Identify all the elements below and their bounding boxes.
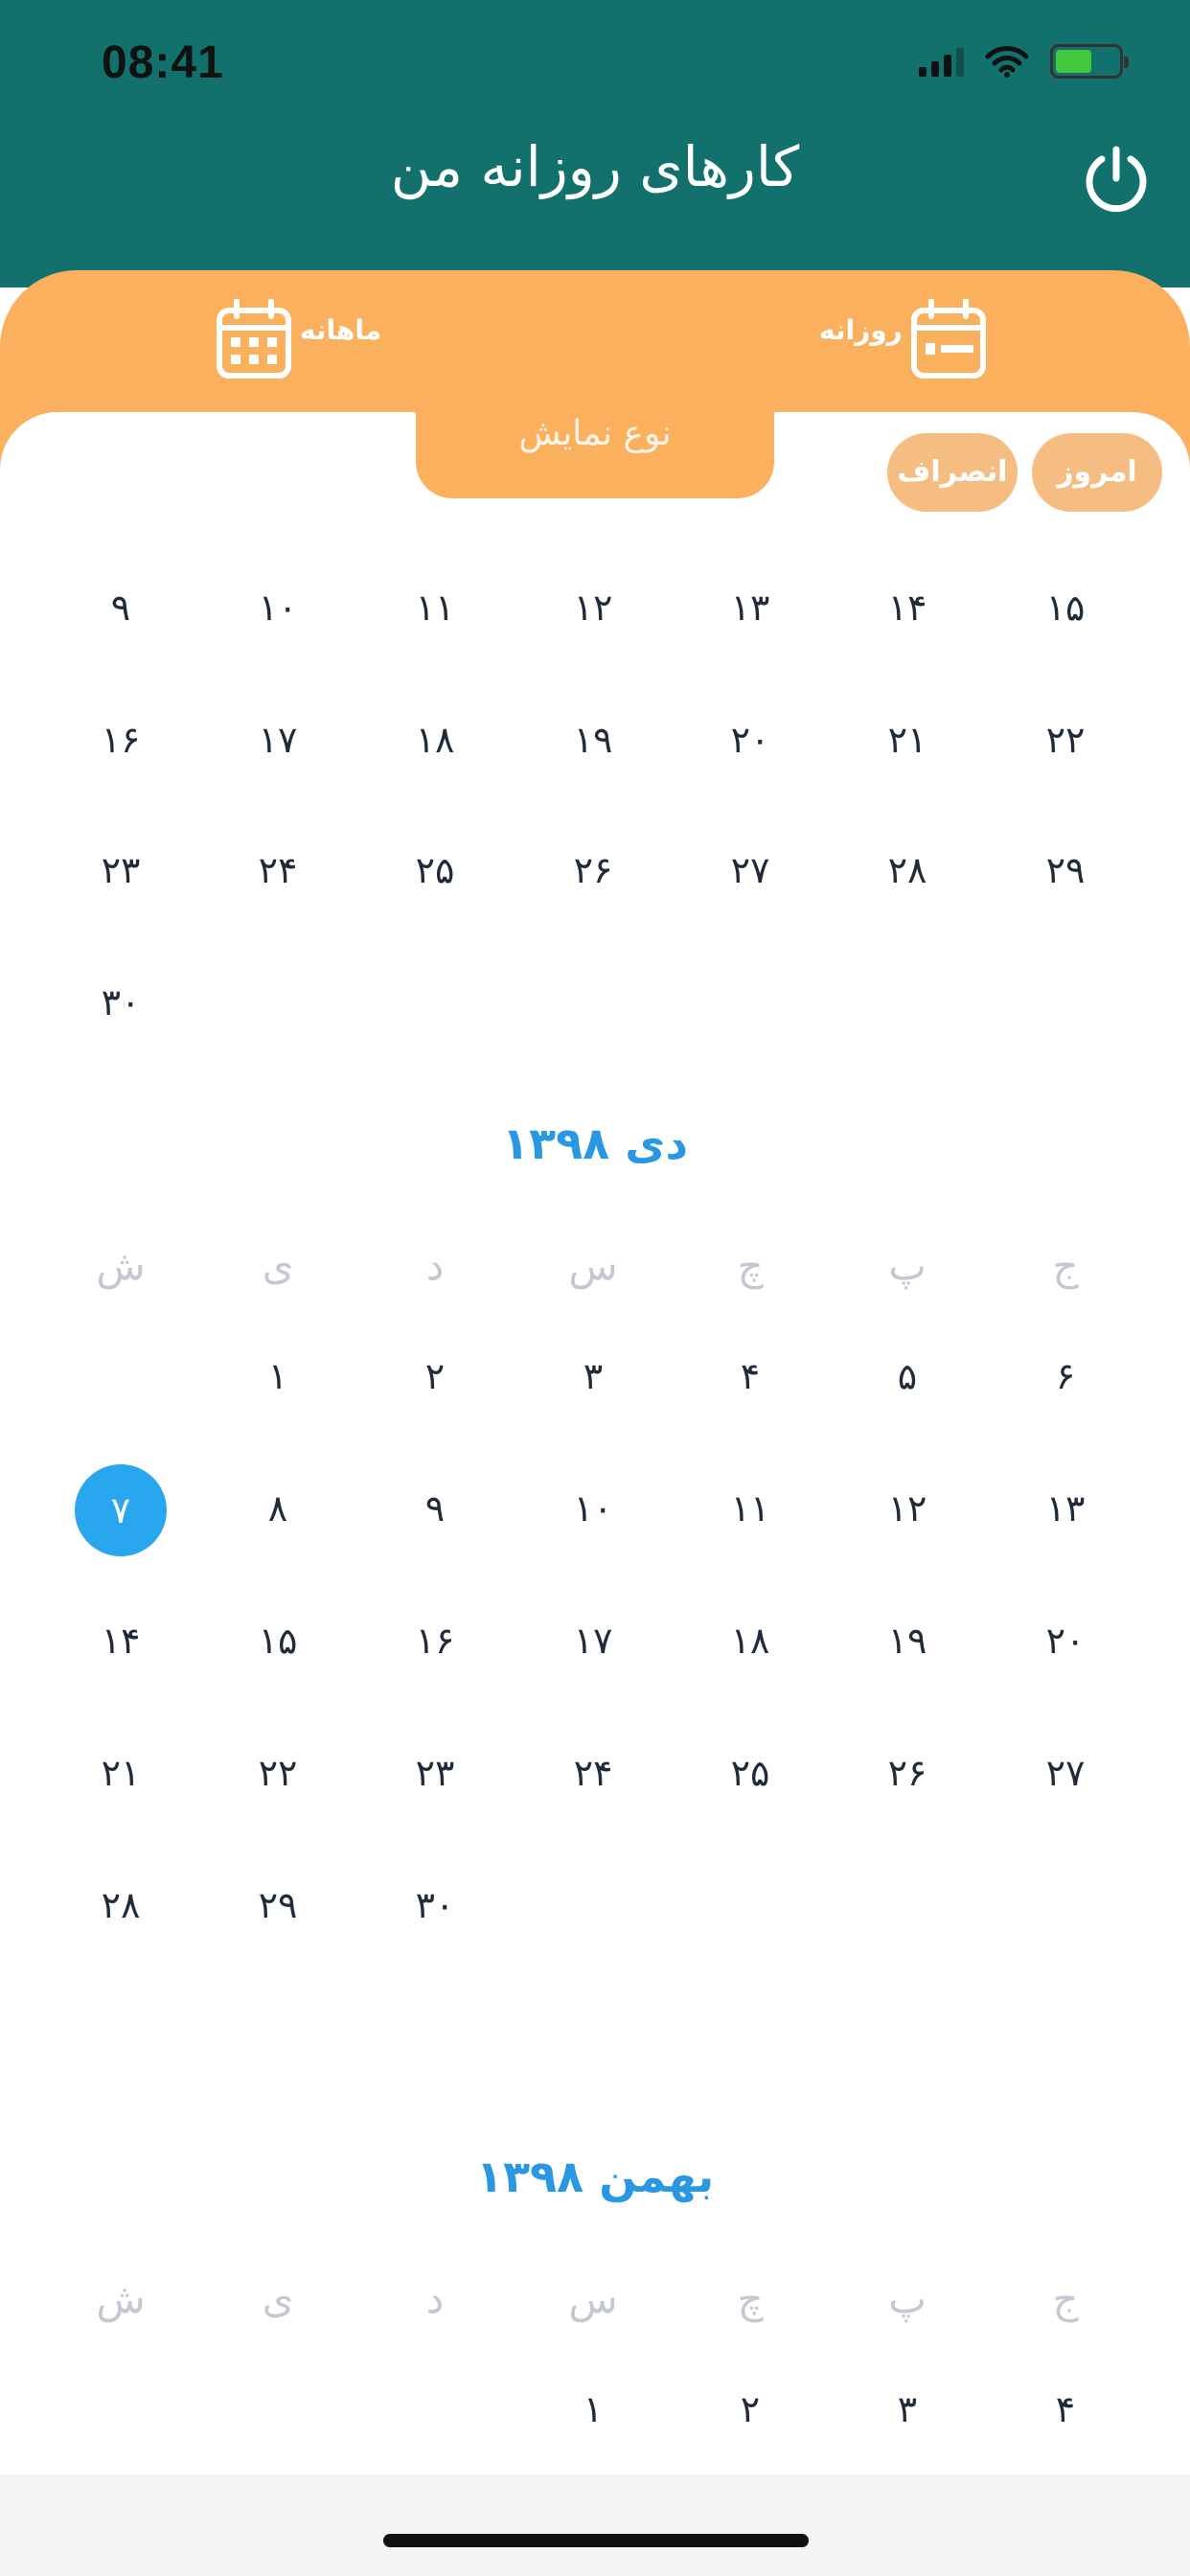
day-cell[interactable]: ۱۷ [232, 694, 324, 786]
status-icons [919, 44, 1129, 79]
weekday-label: س [568, 2275, 618, 2322]
day-cell[interactable]: ۱۶ [389, 1595, 481, 1687]
day-cell[interactable]: ۳ [861, 2363, 953, 2455]
day-cell[interactable]: ۱ [232, 1330, 324, 1422]
monthly-view-button[interactable]: ماهانه [216, 299, 381, 380]
day-cell[interactable]: ۲۷ [1019, 1727, 1111, 1819]
power-icon[interactable] [1081, 144, 1152, 215]
day-cell[interactable]: ۱۳ [704, 562, 796, 654]
day-cell[interactable]: ۱۹ [547, 694, 639, 786]
day-cell[interactable]: ۱۵ [232, 1595, 324, 1687]
day-cell[interactable]: ۲۶ [547, 824, 639, 916]
day-cell[interactable]: ۲۴ [232, 824, 324, 916]
weekday-label: ش [96, 1242, 146, 1289]
day-cell[interactable]: ۲۱ [75, 1727, 167, 1819]
daily-view-button[interactable]: روزانه [819, 299, 987, 380]
day-cell[interactable]: ۲۰ [704, 694, 796, 786]
day-cell[interactable]: ۳ [547, 1330, 639, 1422]
day-cell[interactable]: ۲۳ [75, 824, 167, 916]
day-cell[interactable]: ۳۰ [389, 1859, 481, 1951]
weekday-label: ش [96, 2275, 146, 2322]
day-cell[interactable]: ۱۶ [75, 694, 167, 786]
day-cell[interactable]: ۲۱ [861, 694, 953, 786]
weekday-label: د [425, 2275, 445, 2322]
calendar-day-icon [910, 299, 986, 379]
day-cell[interactable]: ۲۳ [389, 1727, 481, 1819]
app-header: 08:41 کارهای روزانه من [0, 0, 1190, 288]
weekday-label: ی [262, 1242, 294, 1289]
day-cell[interactable]: ۲۹ [232, 1859, 324, 1951]
day-cell[interactable]: ۳۰ [75, 956, 167, 1048]
cancel-button[interactable]: انصراف [887, 433, 1018, 512]
day-cell[interactable]: ۱۹ [861, 1595, 953, 1687]
day-cell[interactable]: ۱۴ [75, 1595, 167, 1687]
bottom-bar [0, 2474, 1190, 2576]
day-cell[interactable]: ۱۴ [861, 562, 953, 654]
day-cell[interactable]: ۲۴ [547, 1727, 639, 1819]
day-cell[interactable]: ۲۲ [232, 1727, 324, 1819]
day-cell[interactable]: ۱۷ [547, 1595, 639, 1687]
day-cell[interactable]: ۱۱ [704, 1462, 796, 1554]
day-cell[interactable]: ۶ [1019, 1330, 1111, 1422]
day-cell[interactable]: ۴ [1019, 2363, 1111, 2455]
month-title: دی ۱۳۹۸ [501, 1117, 689, 1169]
day-cell[interactable]: ۱۰ [232, 562, 324, 654]
page-title: کارهای روزانه من [390, 134, 800, 199]
weekday-label: د [425, 1242, 445, 1289]
weekday-label: پ [888, 1242, 927, 1289]
day-cell[interactable]: ۸ [232, 1462, 324, 1554]
home-indicator[interactable] [383, 2534, 809, 2547]
day-cell[interactable]: ۱۱ [389, 562, 481, 654]
status-time: 08:41 [102, 37, 224, 88]
day-cell[interactable]: ۲۵ [704, 1727, 796, 1819]
day-cell[interactable]: ۵ [861, 1330, 953, 1422]
weekday-label: چ [737, 1242, 764, 1289]
day-cell[interactable]: ۹ [389, 1462, 481, 1554]
selected-day-cell[interactable]: ۷ [75, 1464, 167, 1556]
daily-label: روزانه [819, 313, 903, 346]
today-button[interactable]: امروز [1032, 433, 1162, 512]
month-title: بهمن ۱۳۹۸ [475, 2150, 715, 2202]
day-cell[interactable]: ۹ [75, 562, 167, 654]
day-cell[interactable]: ۱۵ [1019, 562, 1111, 654]
day-cell[interactable]: ۲۰ [1019, 1595, 1111, 1687]
day-cell[interactable]: ۲۸ [861, 824, 953, 916]
weekday-label: پ [888, 2275, 927, 2322]
weekday-label: ج [1052, 2275, 1079, 2322]
day-cell[interactable]: ۴ [704, 1330, 796, 1422]
cellular-signal-icon [919, 46, 964, 77]
view-type-tab[interactable]: نوع نمایش [416, 412, 774, 498]
day-cell[interactable]: ۱۸ [704, 1595, 796, 1687]
day-cell[interactable]: ۲۶ [861, 1727, 953, 1819]
day-cell[interactable]: ۲۷ [704, 824, 796, 916]
wifi-icon [985, 46, 1029, 78]
day-cell[interactable]: ۲۲ [1019, 694, 1111, 786]
day-cell[interactable]: ۲۹ [1019, 824, 1111, 916]
day-cell[interactable]: ۱۲ [547, 562, 639, 654]
battery-icon [1050, 44, 1129, 79]
weekday-label: ی [262, 2275, 294, 2322]
day-cell[interactable]: ۱۳ [1019, 1462, 1111, 1554]
day-cell[interactable]: ۲ [704, 2363, 796, 2455]
day-cell[interactable]: ۱۲ [861, 1462, 953, 1554]
monthly-label: ماهانه [300, 313, 382, 346]
day-cell[interactable]: ۱۰ [547, 1462, 639, 1554]
day-cell[interactable]: ۲ [389, 1330, 481, 1422]
day-cell[interactable]: ۲۸ [75, 1859, 167, 1951]
day-cell[interactable]: ۱۸ [389, 694, 481, 786]
day-cell[interactable]: ۱ [547, 2363, 639, 2455]
day-cell[interactable]: ۲۵ [389, 824, 481, 916]
weekday-label: ج [1052, 1242, 1079, 1289]
weekday-label: س [568, 1242, 618, 1289]
calendar-grid-icon [217, 299, 291, 379]
weekday-label: چ [737, 2275, 764, 2322]
